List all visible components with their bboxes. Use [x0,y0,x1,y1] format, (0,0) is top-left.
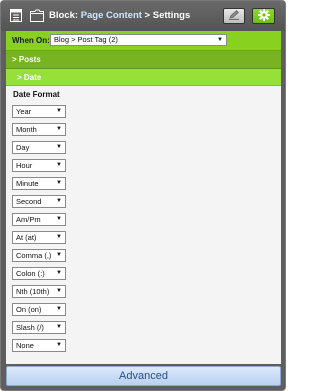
select-value: At (at) [16,233,37,242]
select-value: Colon (:) [16,269,45,278]
chevron-down-icon: ▼ [56,180,62,186]
chevron-down-icon: ▼ [56,342,62,348]
date-format-select-7[interactable]: Am/Pm ▼ [12,213,66,226]
edit-button[interactable] [223,8,245,24]
chevron-down-icon: ▼ [217,37,223,43]
date-format-select-6[interactable]: Second ▼ [12,195,66,208]
chevron-down-icon: ▼ [56,234,62,240]
select-value: Month [16,125,37,134]
when-on-value: Blog > Post Tag (2) [54,35,118,44]
title-suffix: > Settings [141,10,191,21]
select-value: Second [16,197,42,206]
title-prefix: Block: [49,10,81,21]
section-date-label: > Date [17,73,42,82]
date-format-select-14[interactable]: None ▼ [12,339,66,352]
date-format-select-13[interactable]: Slash (/) ▼ [12,321,66,334]
section-date[interactable]: > Date [6,69,281,86]
select-value: Year [16,107,32,116]
select-value: Comma (,) [16,251,52,260]
date-format-select-9[interactable]: Comma (,) ▼ [12,249,66,262]
date-format-select-8[interactable]: At (at) ▼ [12,231,66,244]
select-value: Am/Pm [16,215,41,224]
chevron-down-icon: ▼ [56,288,62,294]
folder-icon[interactable] [30,9,44,22]
when-on-bar: When On: Blog > Post Tag (2) ▼ [6,31,281,51]
settings-button[interactable] [252,8,275,24]
select-value: Slash (/) [16,323,44,332]
date-format-label: Date Format [13,90,60,99]
chevron-down-icon: ▼ [56,306,62,312]
when-on-select[interactable]: Blog > Post Tag (2) ▼ [50,34,227,46]
date-format-select-2[interactable]: Month ▼ [12,123,66,136]
chevron-down-icon: ▼ [56,216,62,222]
chevron-down-icon: ▼ [56,198,62,204]
select-value: Minute [16,179,39,188]
select-value: Hour [16,161,33,170]
panel-header: Block: Page Content > Settings [1,1,285,31]
pencil-icon [228,10,240,22]
date-format-select-1[interactable]: Year ▼ [12,105,66,118]
select-value: Nth (10th) [16,287,50,296]
chevron-down-icon: ▼ [56,126,62,132]
date-format-select-3[interactable]: Day ▼ [12,141,66,154]
select-value: Day [16,143,30,152]
date-format-select-11[interactable]: Nth (10th) ▼ [12,285,66,298]
date-format-select-5[interactable]: Minute ▼ [12,177,66,190]
section-posts-label: > Posts [12,55,41,64]
settings-panel: Block: Page Content > Settings When On: … [0,0,286,391]
gear-icon [257,9,270,23]
block-link[interactable]: Page Content [81,10,142,21]
date-format-select-10[interactable]: Colon (:) ▼ [12,267,66,280]
when-on-label: When On: [12,36,50,45]
select-value: None [16,341,34,350]
select-value: On (on) [16,305,42,314]
panel-content: When On: Blog > Post Tag (2) ▼ > Posts >… [6,31,281,364]
chevron-down-icon: ▼ [56,108,62,114]
section-posts[interactable]: > Posts [6,51,281,69]
chevron-down-icon: ▼ [56,252,62,258]
chevron-down-icon: ▼ [56,162,62,168]
date-format-select-4[interactable]: Hour ▼ [12,159,66,172]
list-icon[interactable] [10,9,22,22]
advanced-button[interactable]: Advanced [6,366,281,386]
chevron-down-icon: ▼ [56,270,62,276]
date-format-select-12[interactable]: On (on) ▼ [12,303,66,316]
chevron-down-icon: ▼ [56,324,62,330]
page-title: Block: Page Content > Settings [49,10,190,21]
chevron-down-icon: ▼ [56,144,62,150]
